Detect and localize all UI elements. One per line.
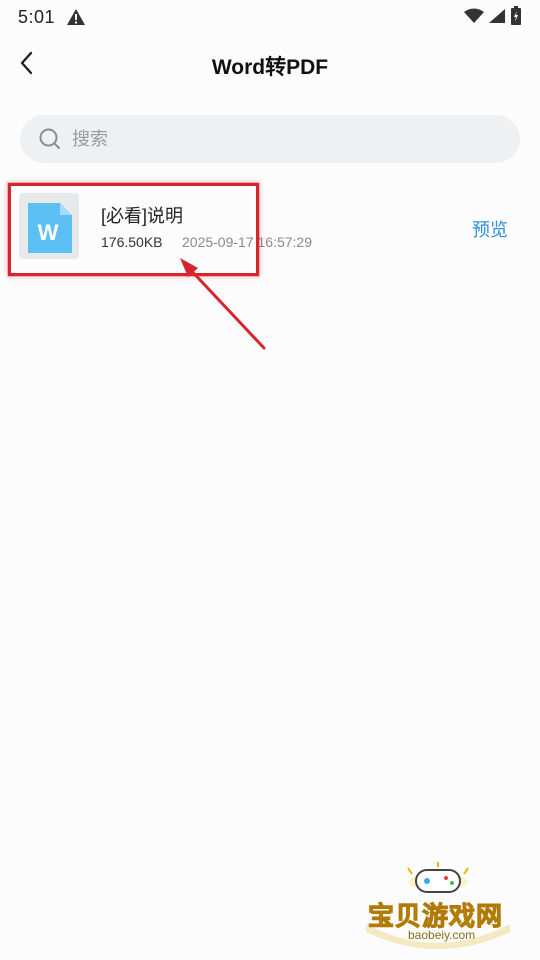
watermark-url: baobeiy.com [408,928,476,942]
file-thumbnail: W [19,193,79,259]
status-time: 5:01 [18,7,56,27]
preview-button[interactable]: 预览 [472,216,508,242]
search-bar[interactable] [20,115,520,163]
doc-icon-letter: W [38,220,59,245]
search-input[interactable] [70,127,494,151]
word-doc-icon: W [28,203,72,253]
file-name: [必看]说明 [101,206,184,226]
file-list-item[interactable]: W [必看]说明 176.50KB 2025-09-17 16:57:29 预览 [0,182,540,272]
page-title: Word转PDF [211,56,329,79]
app-header: Word转PDF [0,40,540,88]
warning-icon [67,9,85,25]
file-size: 176.50KB [101,234,163,250]
watermark-logo: 宝贝游戏网 baobeiy.com [358,862,518,954]
file-modified-date: 2025-09-17 16:57:29 [182,234,312,250]
wifi-icon [464,8,484,23]
signal-icon [489,9,505,23]
battery-icon [511,6,521,25]
search-icon [39,128,60,149]
status-bar: 5:01 [0,0,540,34]
